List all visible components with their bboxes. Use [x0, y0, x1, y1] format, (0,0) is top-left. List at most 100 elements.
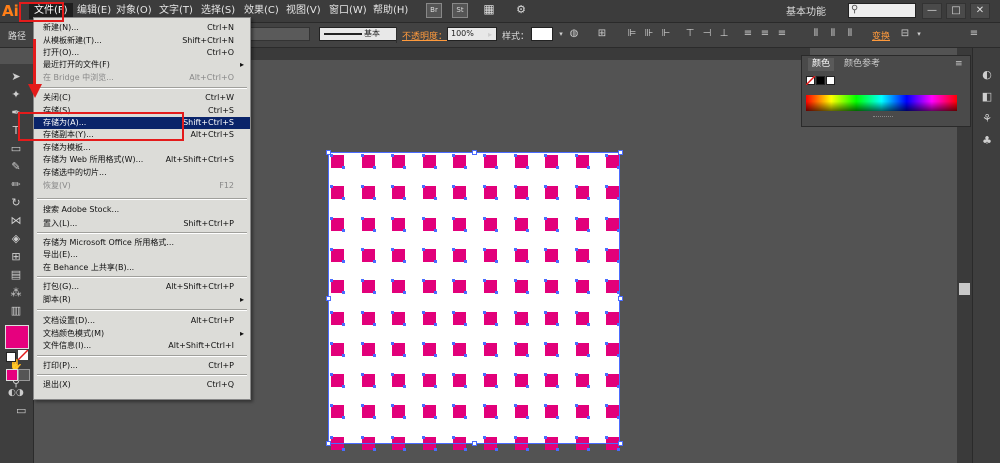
paintbrush-tool-icon[interactable]: ✎: [8, 160, 24, 174]
align-center-icon[interactable]: ⊪: [643, 28, 655, 40]
magic-wand-tool-icon[interactable]: ✦: [8, 88, 24, 102]
menu-separator: [37, 374, 247, 376]
handle-bottom-right[interactable]: [618, 441, 623, 446]
align-bottom-icon[interactable]: ⊥: [718, 28, 730, 40]
menu-help[interactable]: 帮助(H): [368, 3, 413, 19]
menu-item-exit[interactable]: 退出(X) Ctrl+Q: [34, 379, 250, 391]
vertical-scroll-thumb[interactable]: [959, 283, 970, 295]
menu-item-close[interactable]: 关闭(C) Ctrl+W: [34, 92, 250, 104]
menu-item-document-color-mode[interactable]: 文档颜色模式(M) ▸: [34, 328, 250, 340]
arrange-documents-icon[interactable]: ▦: [481, 3, 497, 18]
handle-top-center[interactable]: [472, 150, 477, 155]
menu-item-shortcut: Ctrl+O: [206, 48, 234, 57]
handle-middle-right[interactable]: [618, 296, 623, 301]
close-button[interactable]: ✕: [970, 3, 990, 19]
panel-resize-grip[interactable]: [873, 116, 893, 121]
pencil-tool-icon[interactable]: ✏: [8, 178, 24, 192]
tab-color[interactable]: 颜色: [808, 58, 835, 71]
isolate-icon[interactable]: ⊟: [899, 28, 911, 40]
bridge-icon[interactable]: Br: [426, 3, 442, 18]
opacity-label[interactable]: 不透明度：: [402, 29, 447, 42]
rectangle-tool-icon[interactable]: ▭: [8, 142, 24, 156]
stroke-weight-field[interactable]: [250, 27, 310, 41]
rotate-tool-icon[interactable]: ↻: [8, 196, 24, 210]
menu-item-new[interactable]: 新建(N)... Ctrl+N: [34, 22, 250, 34]
distribute-hcenter-icon[interactable]: ⦀: [827, 28, 839, 40]
menu-item-recent-files[interactable]: 最近打开的文件(F) ▸: [34, 59, 250, 71]
color-mode-icon[interactable]: [6, 369, 18, 381]
symbols-icon[interactable]: ♣: [980, 134, 994, 148]
chevron-down-icon[interactable]: ▾: [555, 28, 567, 40]
distribute-bottom-icon[interactable]: ≡: [776, 28, 788, 40]
fill-color-swatch[interactable]: [5, 325, 29, 349]
gradient-mode-icon[interactable]: [18, 369, 30, 381]
color-guide-icon[interactable]: ◧: [980, 90, 994, 104]
align-right-icon[interactable]: ⊩: [660, 28, 672, 40]
menu-item-save-for-web[interactable]: 存储为 Web 所用格式(W)... Alt+Shift+Ctrl+S: [34, 154, 250, 166]
mesh-tool-icon[interactable]: ⊞: [8, 250, 24, 264]
chevron-right-icon[interactable]: ▸: [484, 29, 496, 41]
screen-mode-icon[interactable]: ▭: [16, 404, 32, 417]
menu-item-package[interactable]: 打包(G)... Alt+Shift+Ctrl+P: [34, 281, 250, 293]
drawing-mode-icon[interactable]: ◐◑: [8, 388, 24, 398]
handle-top-left[interactable]: [326, 150, 331, 155]
menu-window[interactable]: 窗口(W): [324, 3, 372, 19]
panel-options-icon[interactable]: ≡: [955, 59, 963, 69]
menu-item-save-as-template[interactable]: 存储为模板...: [34, 142, 250, 154]
align-left-icon[interactable]: ⊫: [626, 28, 638, 40]
white-swatch[interactable]: [826, 76, 835, 85]
width-tool-icon[interactable]: ⋈: [8, 214, 24, 228]
handle-middle-left[interactable]: [326, 296, 331, 301]
stock-icon[interactable]: St: [452, 3, 468, 18]
symbol-sprayer-tool-icon[interactable]: ⁂: [8, 286, 24, 300]
chevron-down-icon-2[interactable]: ▾: [913, 28, 925, 40]
menu-item-share-on-behance[interactable]: 在 Behance 上共享(B)...: [34, 262, 250, 274]
handle-top-right[interactable]: [618, 150, 623, 155]
menu-item-document-setup[interactable]: 文档设置(D)... Alt+Ctrl+P: [34, 315, 250, 327]
gpu-performance-icon[interactable]: ⚙: [513, 3, 529, 18]
workspace-switcher[interactable]: 基本功能: [786, 3, 826, 18]
menu-item-search-adobe-stock[interactable]: 搜索 Adobe Stock...: [34, 204, 250, 216]
align-middle-icon[interactable]: ⊣: [701, 28, 713, 40]
selection-tool-icon[interactable]: ➤: [8, 70, 24, 84]
menu-item-file-info[interactable]: 文件信息(I)... Alt+Shift+Ctrl+I: [34, 340, 250, 352]
handle-bottom-left[interactable]: [326, 441, 331, 446]
handle-bottom-center[interactable]: [472, 441, 477, 446]
stroke-none-icon[interactable]: [18, 350, 28, 360]
recolor-artwork-icon[interactable]: ◍: [568, 28, 580, 40]
brushes-icon[interactable]: ⚘: [980, 112, 994, 126]
distribute-top-icon[interactable]: ≡: [742, 28, 754, 40]
menu-item-new-from-template[interactable]: 从模板新建(T)... Shift+Ctrl+N: [34, 35, 250, 47]
menu-item-label: 最近打开的文件(F): [43, 60, 110, 69]
black-swatch[interactable]: [816, 76, 825, 85]
menu-item-save-for-office[interactable]: 存储为 Microsoft Office 所用格式...: [34, 237, 250, 249]
distribute-center-icon[interactable]: ≡: [759, 28, 771, 40]
panel-menu-icon[interactable]: ≡: [968, 28, 980, 40]
menu-item-place[interactable]: 置入(L)... Shift+Ctrl+P: [34, 218, 250, 230]
menu-view[interactable]: 视图(V): [281, 3, 326, 19]
menu-item-scripts[interactable]: 脚本(R) ▸: [34, 294, 250, 306]
shape-builder-tool-icon[interactable]: ◈: [8, 232, 24, 246]
maximize-button[interactable]: □: [946, 3, 966, 19]
minimize-button[interactable]: —: [922, 3, 942, 19]
none-swatch[interactable]: [806, 76, 815, 85]
menu-item-save-selected-slices[interactable]: 存储选中的切片...: [34, 167, 250, 179]
gradient-tool-icon[interactable]: ▤: [8, 268, 24, 282]
menu-item-label: 脚本(R): [43, 295, 71, 304]
graphic-style-swatch[interactable]: [531, 27, 553, 41]
color-spectrum[interactable]: [806, 95, 957, 111]
color-panel-icon[interactable]: ◐: [980, 68, 994, 82]
stroke-style-dropdown[interactable]: 基本: [319, 27, 397, 41]
menu-item-print[interactable]: 打印(P)... Ctrl+P: [34, 360, 250, 372]
tab-color-guide[interactable]: 颜色参考: [840, 58, 884, 71]
column-graph-tool-icon[interactable]: ▥: [8, 304, 24, 318]
menu-item-open[interactable]: 打开(O)... Ctrl+O: [34, 47, 250, 59]
align-top-icon[interactable]: ⊤: [684, 28, 696, 40]
distribute-left-icon[interactable]: ⦀: [810, 28, 822, 40]
transform-link[interactable]: 变换: [872, 29, 890, 42]
menu-item-export[interactable]: 导出(E)...: [34, 249, 250, 261]
default-colors-icon[interactable]: [6, 352, 16, 362]
selection-bounding-box[interactable]: [328, 152, 620, 444]
align-objects-icon[interactable]: ⊞: [596, 28, 608, 40]
distribute-right-icon[interactable]: ⦀: [844, 28, 856, 40]
